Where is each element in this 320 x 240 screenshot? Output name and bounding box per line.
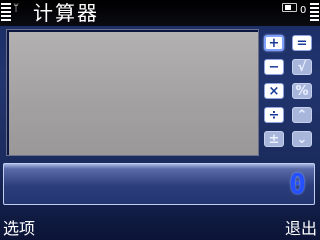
signal-strength-icon <box>0 0 12 26</box>
scroll-down-button[interactable]: ⌄ <box>292 131 312 147</box>
calculation-paper <box>6 29 259 156</box>
antenna-icon: ᛘ <box>13 3 19 14</box>
battery-level-icon <box>310 0 320 26</box>
scroll-up-button[interactable]: ⌃ <box>292 107 312 123</box>
percent-button[interactable]: % <box>292 83 312 99</box>
square-root-button[interactable]: √ <box>292 59 312 75</box>
battery-count: 0 <box>300 5 307 16</box>
minus-button[interactable]: − <box>264 59 284 75</box>
result-display: 0 <box>3 163 315 205</box>
plus-minus-button[interactable]: ± <box>264 131 284 147</box>
app-title: 计算器 <box>33 1 99 25</box>
display-value: 0 <box>289 167 306 200</box>
battery-icon <box>282 3 297 12</box>
multiply-button[interactable]: × <box>264 83 284 99</box>
plus-button[interactable]: + <box>264 35 284 51</box>
equals-button[interactable]: = <box>292 35 312 51</box>
divide-button[interactable]: ÷ <box>264 107 284 123</box>
options-softkey[interactable]: 选项 <box>3 219 35 239</box>
exit-softkey[interactable]: 退出 <box>285 219 317 239</box>
calculator-screen: ᛘ 计算器 0 + = − √ × % ÷ ⌃ ± ⌄ 0 选项 退出 <box>0 0 320 240</box>
status-bar: ᛘ 计算器 0 <box>0 0 320 26</box>
